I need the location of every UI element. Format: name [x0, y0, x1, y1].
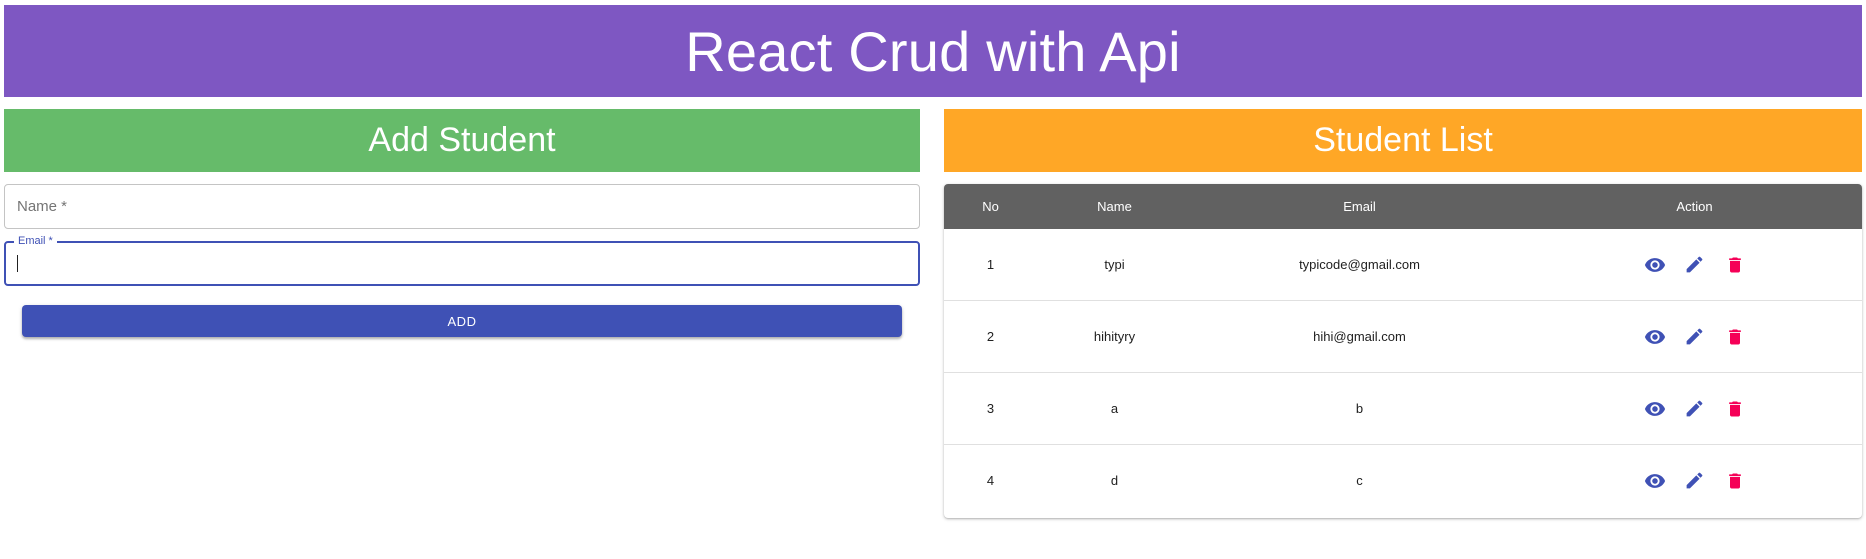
add-student-header: Add Student [4, 109, 920, 172]
trash-icon [1728, 473, 1741, 488]
table-row: 3 a b [944, 372, 1862, 444]
page-title: React Crud with Api [685, 19, 1181, 83]
eye-icon [1644, 329, 1665, 344]
cell-no: 3 [986, 401, 995, 416]
edit-button[interactable] [1682, 468, 1708, 494]
eye-icon [1644, 257, 1665, 272]
row-actions [1642, 252, 1748, 278]
delete-button[interactable] [1722, 396, 1748, 422]
name-field[interactable]: Name * [4, 184, 920, 229]
cell-name: typi [1104, 257, 1125, 272]
eye-icon [1644, 401, 1665, 416]
view-button[interactable] [1642, 252, 1668, 278]
edit-button[interactable] [1682, 324, 1708, 350]
table-row: 2 hihityry hihi@gmail.com [944, 300, 1862, 372]
cell-action [1527, 468, 1862, 494]
cell-action [1527, 396, 1862, 422]
cell-email: hihi@gmail.com [1313, 329, 1406, 344]
text-caret [17, 255, 18, 272]
cell-no: 4 [986, 473, 995, 488]
table-row: 1 typi typicode@gmail.com [944, 229, 1862, 300]
column-header-action: Action [1676, 199, 1713, 214]
cell-name: d [1110, 473, 1119, 488]
add-student-title: Add Student [368, 121, 556, 159]
trash-icon [1728, 329, 1741, 344]
email-field[interactable]: Email * [4, 234, 920, 286]
pencil-icon [1686, 256, 1703, 273]
cell-action [1527, 252, 1862, 278]
eye-icon [1644, 473, 1665, 488]
cell-name: a [1110, 401, 1119, 416]
edit-button[interactable] [1682, 252, 1708, 278]
cell-email: b [1355, 401, 1364, 416]
cell-no: 1 [986, 257, 995, 272]
pencil-icon [1686, 328, 1703, 345]
cell-email: c [1356, 473, 1363, 488]
name-placeholder: Name * [17, 198, 68, 215]
column-header-email: Email [1343, 199, 1376, 214]
add-button[interactable]: ADD [22, 305, 902, 337]
email-label: Email * [14, 234, 57, 248]
page: React Crud with Api Add Student Name * E… [0, 0, 1866, 559]
table-row: 4 d c [944, 444, 1862, 516]
trash-icon [1728, 401, 1741, 416]
view-button[interactable] [1642, 468, 1668, 494]
app-header: React Crud with Api [4, 5, 1862, 97]
cell-action [1527, 324, 1862, 350]
student-list-header: Student List [944, 109, 1862, 172]
view-button[interactable] [1642, 324, 1668, 350]
student-table: No Name Email Action 1 typi typicode@gma… [944, 184, 1862, 518]
delete-button[interactable] [1722, 468, 1748, 494]
edit-button[interactable] [1682, 396, 1708, 422]
cell-no: 2 [986, 329, 995, 344]
delete-button[interactable] [1722, 324, 1748, 350]
row-actions [1642, 324, 1748, 350]
table-header-row: No Name Email Action [944, 184, 1862, 229]
delete-button[interactable] [1722, 252, 1748, 278]
row-actions [1642, 468, 1748, 494]
student-list-title: Student List [1313, 121, 1493, 159]
column-header-name: Name [1097, 199, 1132, 214]
table-body: 1 typi typicode@gmail.com 2 hihityry hih… [944, 229, 1862, 516]
column-header-no: No [982, 199, 999, 214]
cell-name: hihityry [1093, 329, 1136, 344]
cell-email: typicode@gmail.com [1299, 257, 1420, 272]
add-button-label: ADD [447, 313, 477, 329]
view-button[interactable] [1642, 396, 1668, 422]
pencil-icon [1686, 472, 1703, 489]
row-actions [1642, 396, 1748, 422]
pencil-icon [1686, 400, 1703, 417]
trash-icon [1728, 257, 1741, 272]
